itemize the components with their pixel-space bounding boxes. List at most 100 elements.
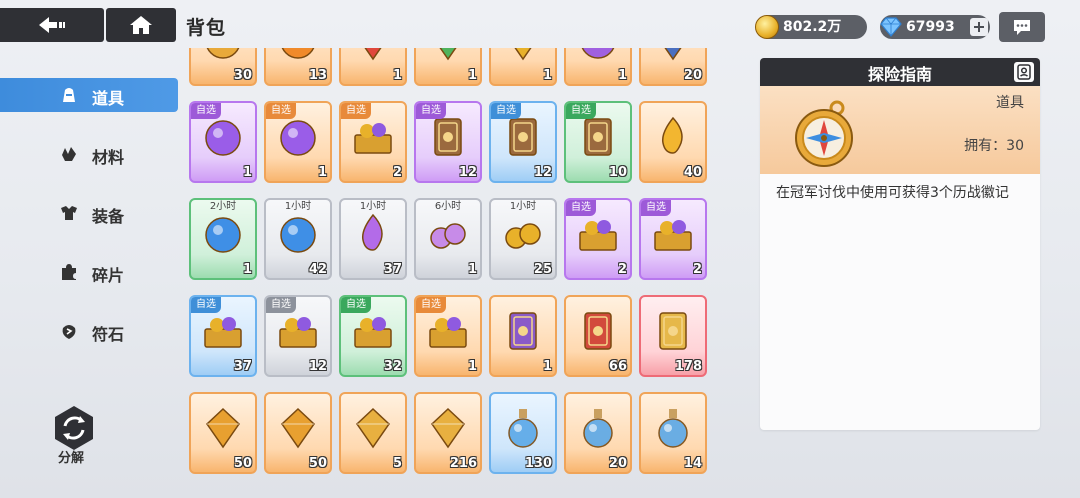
item-count: 1 (242, 165, 252, 180)
add-gems-button[interactable] (970, 18, 988, 36)
inventory-item[interactable]: 50 (264, 392, 332, 474)
optional-tag: 自选 (641, 200, 671, 216)
pendulum-icon (206, 407, 240, 449)
crystal-ball-icon (205, 120, 241, 156)
timer-label: 2小时 (209, 201, 237, 212)
nav-item-fragments[interactable]: 碎片 (0, 255, 178, 289)
item-count: 13 (308, 68, 327, 83)
inventory-item[interactable]: 1 (339, 48, 407, 86)
nav-item-materials[interactable]: 材料 (0, 137, 178, 171)
chat-bubble-icon (1014, 20, 1030, 35)
chat-button[interactable] (999, 12, 1045, 42)
optional-tag: 自选 (341, 103, 371, 119)
inventory-item[interactable]: 40 (639, 101, 707, 183)
rune-stone-icon (62, 325, 76, 339)
inventory-item[interactable]: 14 (639, 392, 707, 474)
item-count: 30 (233, 68, 252, 83)
purple-flames-icon (361, 213, 383, 251)
optional-tag: 自选 (416, 297, 446, 313)
crystal-ball-icon (280, 120, 316, 156)
item-count: 25 (533, 262, 552, 277)
item-count: 1 (617, 68, 627, 83)
inventory-item[interactable]: 1小时 25 (489, 198, 557, 280)
item-count: 20 (683, 68, 702, 83)
nav-item-items[interactable]: 道具 (0, 78, 178, 112)
item-count: 2 (617, 262, 627, 277)
inventory-item[interactable]: 30 (189, 48, 257, 86)
purple-crystal-ball-icon (581, 48, 615, 59)
inventory-item[interactable]: 自选 37 (189, 295, 257, 377)
inventory-item[interactable]: 自选 2 (564, 198, 632, 280)
optional-tag: 自选 (266, 103, 296, 119)
inventory-item[interactable]: 178 (639, 295, 707, 377)
inventory-item[interactable]: 1 (489, 295, 557, 377)
inventory-item[interactable]: 13 (264, 48, 332, 86)
bag-icon (63, 88, 75, 102)
inventory-item[interactable]: 自选 2 (339, 101, 407, 183)
inventory-item[interactable]: 自选 2 (639, 198, 707, 280)
optional-tag: 自选 (566, 200, 596, 216)
inventory-item[interactable]: 1 (489, 48, 557, 86)
blue-orbs-icon (280, 217, 316, 253)
inventory-item[interactable]: 130 (489, 392, 557, 474)
potion-bottle-icon (583, 409, 613, 448)
golden-flame-icon (661, 116, 683, 154)
item-count: 216 (449, 456, 477, 471)
nav-label: 装备 (92, 207, 125, 226)
gold-amount: 802.2万 (783, 19, 842, 35)
inventory-item[interactable]: 自选 10 (564, 101, 632, 183)
home-button[interactable] (106, 8, 176, 42)
inventory-item[interactable]: 1 (564, 48, 632, 86)
item-count: 20 (608, 456, 627, 471)
back-arrow-icon (39, 17, 65, 33)
panel-header: 探险指南 (760, 58, 1040, 86)
inventory-item[interactable]: 5 (339, 392, 407, 474)
inventory-item[interactable]: 6小时 1 (414, 198, 482, 280)
nav-item-runes[interactable]: 符石 (0, 314, 178, 348)
item-owned-count: 拥有：30 (964, 138, 1024, 154)
inventory-item[interactable]: 2小时 1 (189, 198, 257, 280)
item-count: 1 (542, 359, 552, 374)
inventory-item[interactable]: 20 (639, 48, 707, 86)
back-button[interactable] (0, 8, 104, 42)
inventory-item[interactable]: 自选 1 (414, 295, 482, 377)
inventory-item[interactable]: 自选 12 (264, 295, 332, 377)
locate-button[interactable] (1014, 62, 1034, 82)
inventory-item[interactable]: 自选 12 (414, 101, 482, 183)
inventory-item[interactable]: 自选 1 (189, 101, 257, 183)
nav-label: 碎片 (92, 266, 125, 285)
inventory-item[interactable]: 216 (414, 392, 482, 474)
red-card-icon (584, 312, 612, 350)
treasure-box-icon (354, 317, 392, 348)
framed-picture-icon (434, 118, 462, 156)
potion-bottle-icon (508, 409, 538, 448)
inventory-item[interactable]: 1小时 37 (339, 198, 407, 280)
map-pin-icon (1017, 64, 1031, 80)
inventory-item[interactable]: 1小时 42 (264, 198, 332, 280)
star-charm-icon (431, 407, 465, 449)
inventory-item[interactable]: 自选 1 (264, 101, 332, 183)
item-count: 37 (233, 359, 252, 374)
decompose-button[interactable] (50, 404, 98, 452)
gold-card-icon (659, 312, 687, 350)
nav-label: 符石 (92, 325, 125, 344)
nav-item-equipment[interactable]: 装备 (0, 196, 178, 230)
item-count: 37 (383, 262, 402, 277)
green-leaf-gem-icon (439, 48, 457, 61)
item-grid[interactable]: 30 13 1 1 1 1 20 自选 1 自选 1 自选 2 自选 12 自选 12 自选 10 40 2小时 1 1小时… (186, 48, 714, 474)
home-icon (130, 16, 152, 34)
red-gem-icon (364, 48, 382, 61)
potion-bottle-icon (658, 409, 688, 448)
inventory-item[interactable]: 自选 32 (339, 295, 407, 377)
item-count: 32 (383, 359, 402, 374)
compass-icon (795, 100, 853, 167)
inventory-item[interactable]: 1 (414, 48, 482, 86)
item-count: 130 (524, 456, 552, 471)
inventory-item[interactable]: 自选 12 (489, 101, 557, 183)
inventory-item[interactable]: 66 (564, 295, 632, 377)
yellow-gem-icon (514, 48, 532, 61)
fire-orb-icon (281, 48, 315, 59)
treasure-box-icon (654, 220, 692, 251)
inventory-item[interactable]: 20 (564, 392, 632, 474)
inventory-item[interactable]: 50 (189, 392, 257, 474)
